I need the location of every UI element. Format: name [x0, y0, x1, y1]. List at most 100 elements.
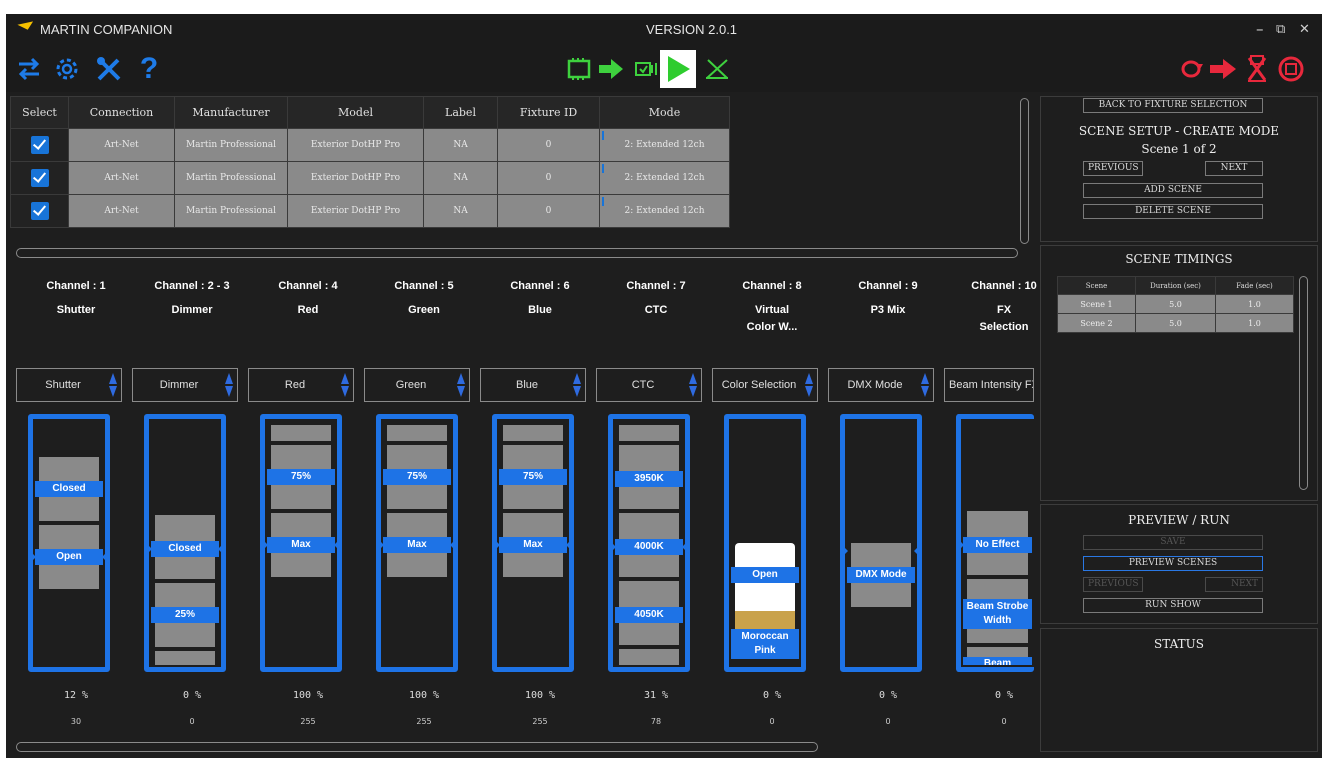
option-label[interactable]: Closed — [35, 481, 103, 497]
stop-icon[interactable] — [1274, 52, 1308, 86]
col-select[interactable]: Select — [10, 96, 69, 129]
fixture-id-cell[interactable]: 0 — [497, 161, 600, 195]
delete-fixture-icon[interactable] — [1240, 52, 1274, 86]
fade-cell[interactable]: 1.0 — [1215, 313, 1294, 333]
table-row[interactable]: Art-Net Martin Professional Exterior Dot… — [10, 128, 730, 162]
col-mode[interactable]: Mode — [599, 96, 730, 129]
option-label[interactable]: Closed — [151, 541, 219, 557]
label-cell[interactable]: NA — [423, 128, 498, 162]
fader-position-marker[interactable] — [144, 541, 152, 557]
fader-position-marker[interactable] — [28, 549, 36, 565]
restore-button[interactable]: ⧉ — [1276, 22, 1285, 37]
option-label[interactable]: No Effect — [963, 537, 1032, 553]
scene-cell[interactable]: Scene 2 — [1057, 313, 1136, 333]
close-button[interactable]: ✕ — [1299, 22, 1310, 37]
add-scene-button[interactable]: ADD SCENE — [1083, 183, 1263, 198]
mode-cell[interactable]: 2: Extended 12ch — [599, 128, 730, 162]
disconnect-icon[interactable] — [700, 52, 734, 86]
dimmer-fader[interactable]: Closed 25% — [144, 414, 226, 672]
back-to-fixture-selection-button[interactable]: BACK TO FIXTURE SELECTION — [1083, 98, 1263, 113]
option-label[interactable]: Beam Strobe Width — [963, 599, 1032, 629]
select-cell[interactable] — [10, 161, 69, 195]
scene-cell[interactable]: Scene 1 — [1057, 294, 1136, 314]
select-cell[interactable] — [10, 128, 69, 162]
minimize-button[interactable]: – — [1256, 20, 1264, 38]
table-row[interactable]: Scene 1 5.0 1.0 — [1057, 294, 1294, 314]
fader-position-marker[interactable] — [956, 537, 964, 553]
mode-cell[interactable]: 2: Extended 12ch — [599, 161, 730, 195]
select-cell[interactable] — [10, 194, 69, 228]
col-label[interactable]: Label — [423, 96, 498, 129]
fader-position-marker[interactable] — [608, 539, 616, 555]
preview-previous-button[interactable]: PREVIOUS — [1083, 577, 1143, 592]
col-manufacturer[interactable]: Manufacturer — [174, 96, 288, 129]
mode-cell[interactable]: 2: Extended 12ch — [599, 194, 730, 228]
preview-scenes-button[interactable]: PREVIEW SCENES — [1083, 556, 1263, 571]
option-label[interactable]: Beam — [963, 657, 1032, 665]
option-label[interactable]: 75% — [383, 469, 451, 485]
table-horizontal-scrollbar[interactable] — [16, 248, 1018, 258]
shutter-fader[interactable]: Closed Open — [28, 414, 110, 672]
fader-position-marker[interactable] — [840, 543, 848, 559]
red-dropdown[interactable]: Red — [248, 368, 354, 402]
channels-horizontal-scrollbar[interactable] — [16, 742, 818, 752]
color-selection-dropdown[interactable]: Color Selection — [712, 368, 818, 402]
run-show-button[interactable]: RUN SHOW — [1083, 598, 1263, 613]
blue-fader[interactable]: 75% Max — [492, 414, 574, 672]
table-row[interactable]: Art-Net Martin Professional Exterior Dot… — [10, 194, 730, 228]
option-label[interactable]: 4000K — [615, 539, 683, 555]
ctc-dropdown[interactable]: CTC — [596, 368, 702, 402]
fader-position-marker[interactable] — [376, 537, 384, 553]
previous-scene-button[interactable]: PREVIOUS — [1083, 161, 1143, 176]
red-fader[interactable]: 75% Max — [260, 414, 342, 672]
option-label[interactable]: 75% — [267, 469, 335, 485]
dmx-device-icon[interactable] — [562, 52, 596, 86]
gear-icon[interactable] — [50, 52, 84, 86]
option-label[interactable]: Open — [731, 567, 799, 583]
ctc-fader[interactable]: 3950K 4000K 4050K — [608, 414, 690, 672]
option-label[interactable]: Max — [383, 537, 451, 553]
checkbox-checked[interactable] — [30, 136, 49, 154]
tools-icon[interactable] — [92, 52, 126, 86]
col-fixture-id[interactable]: Fixture ID — [497, 96, 600, 129]
play-icon[interactable] — [660, 50, 696, 88]
col-connection[interactable]: Connection — [68, 96, 175, 129]
label-cell[interactable]: NA — [423, 194, 498, 228]
shutter-dropdown[interactable]: Shutter — [16, 368, 122, 402]
table-vertical-scrollbar[interactable] — [1020, 98, 1029, 244]
dimmer-dropdown[interactable]: Dimmer — [132, 368, 238, 402]
fader-position-marker[interactable] — [492, 537, 500, 553]
option-label[interactable]: 3950K — [615, 471, 683, 487]
preview-next-button[interactable]: NEXT — [1205, 577, 1263, 592]
table-row[interactable]: Art-Net Martin Professional Exterior Dot… — [10, 161, 730, 195]
duration-cell[interactable]: 5.0 — [1135, 294, 1216, 314]
refresh-icon[interactable] — [1174, 52, 1208, 86]
help-icon[interactable]: ? — [132, 52, 166, 86]
fx-dropdown[interactable]: Beam Intensity FX — [944, 368, 1034, 402]
option-label[interactable]: Max — [267, 537, 335, 553]
option-label[interactable]: 4050K — [615, 607, 683, 623]
label-cell[interactable]: NA — [423, 161, 498, 195]
option-label[interactable]: 25% — [151, 607, 219, 623]
option-label[interactable]: Moroccan Pink — [731, 629, 799, 659]
green-dropdown[interactable]: Green — [364, 368, 470, 402]
timings-vertical-scrollbar[interactable] — [1299, 276, 1308, 490]
color-wheel-fader[interactable]: Open Moroccan Pink — [724, 414, 806, 672]
exit-arrow-icon[interactable] — [1206, 52, 1240, 86]
checkbox-checked[interactable] — [30, 202, 49, 220]
blue-dropdown[interactable]: Blue — [480, 368, 586, 402]
save-button[interactable]: SAVE — [1083, 535, 1263, 550]
green-fader[interactable]: 75% Max — [376, 414, 458, 672]
delete-scene-button[interactable]: DELETE SCENE — [1083, 204, 1263, 219]
option-label[interactable]: 75% — [499, 469, 567, 485]
send-arrow-icon[interactable] — [594, 52, 628, 86]
swap-arrows-icon[interactable] — [12, 52, 46, 86]
dmx-mode-dropdown[interactable]: DMX Mode — [828, 368, 934, 402]
fx-selection-fader[interactable]: No Effect Beam Strobe Width Beam — [956, 414, 1034, 672]
duration-cell[interactable]: 5.0 — [1135, 313, 1216, 333]
fixture-id-cell[interactable]: 0 — [497, 194, 600, 228]
option-label[interactable]: DMX Mode — [847, 567, 915, 583]
checkbox-checked[interactable] — [30, 169, 49, 187]
next-scene-button[interactable]: NEXT — [1205, 161, 1263, 176]
fade-cell[interactable]: 1.0 — [1215, 294, 1294, 314]
